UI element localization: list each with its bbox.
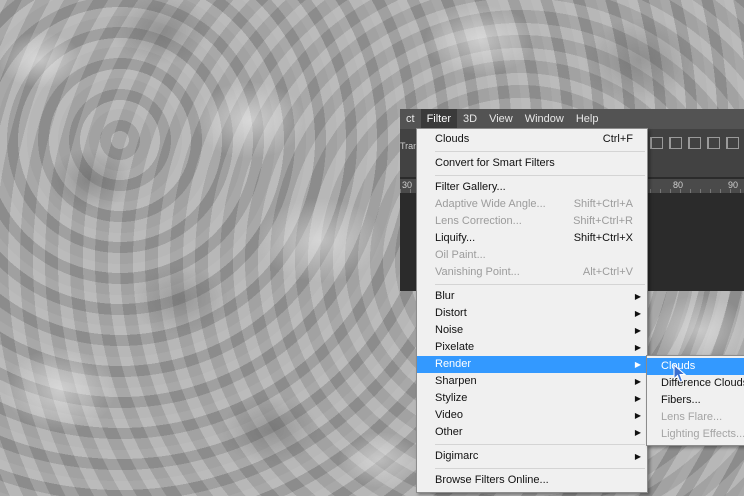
submenu-arrow-icon: ▶ (634, 360, 641, 369)
submenu-arrow-icon: ▶ (634, 343, 641, 352)
menu-item-label: Distort (435, 307, 467, 319)
menu-item-label: Sharpen (435, 375, 477, 387)
align-right-icon[interactable] (688, 137, 701, 149)
menu-item-noise[interactable]: Noise ▶ (417, 322, 647, 339)
align-left-icon[interactable] (650, 137, 663, 149)
menu-item-liquify[interactable]: Liquify... Shift+Ctrl+X (417, 230, 647, 247)
ruler-tick: 30 (402, 180, 413, 190)
menu-3d[interactable]: 3D (457, 109, 483, 129)
menubar: ct Filter 3D View Window Help (400, 109, 744, 129)
menu-item-browse-filters-online[interactable]: Browse Filters Online... (417, 472, 647, 489)
menu-item-pixelate[interactable]: Pixelate ▶ (417, 339, 647, 356)
menu-item-label: Other (435, 426, 463, 438)
submenu-arrow-icon: ▶ (634, 428, 641, 437)
menu-item-digimarc[interactable]: Digimarc ▶ (417, 448, 647, 465)
menu-window[interactable]: Window (519, 109, 570, 129)
menu-item-video[interactable]: Video ▶ (417, 407, 647, 424)
submenu-item-lighting-effects[interactable]: Lighting Effects... (647, 426, 744, 443)
submenu-item-clouds[interactable]: Clouds (647, 358, 744, 375)
menu-item-lens-correction[interactable]: Lens Correction... Shift+Ctrl+R (417, 213, 647, 230)
menu-view[interactable]: View (483, 109, 519, 129)
menu-item-convert-smart-filters[interactable]: Convert for Smart Filters (417, 155, 647, 172)
menu-item-label: Oil Paint... (435, 249, 486, 261)
submenu-arrow-icon: ▶ (634, 377, 641, 386)
menu-item-shortcut: Alt+Ctrl+V (582, 266, 633, 278)
filter-menu: Clouds Ctrl+F Convert for Smart Filters … (416, 128, 648, 493)
menu-item-label: Adaptive Wide Angle... (435, 198, 546, 210)
menu-separator (435, 444, 645, 445)
menu-item-label: Video (435, 409, 463, 421)
menu-item-shortcut: Shift+Ctrl+R (573, 215, 633, 227)
menu-item-shortcut: Ctrl+F (602, 133, 633, 145)
menu-item-render[interactable]: Render ▶ (417, 356, 647, 373)
menu-help[interactable]: Help (570, 109, 605, 129)
menu-filter[interactable]: Filter (420, 109, 458, 129)
menu-separator (435, 284, 645, 285)
menu-item-vanishing-point[interactable]: Vanishing Point... Alt+Ctrl+V (417, 264, 647, 281)
menu-item-label: Vanishing Point... (435, 266, 520, 278)
menu-item-label: Clouds (435, 133, 470, 145)
menu-item-other[interactable]: Other ▶ (417, 424, 647, 441)
menu-item-label: Browse Filters Online... (435, 474, 549, 486)
submenu-arrow-icon: ▶ (634, 326, 641, 335)
submenu-arrow-icon: ▶ (634, 292, 641, 301)
menu-separator (435, 151, 645, 152)
submenu-item-fibers[interactable]: Fibers... (647, 392, 744, 409)
menu-item-label: Lens Correction... (435, 215, 522, 227)
menu-item-adaptive-wide-angle[interactable]: Adaptive Wide Angle... Shift+Ctrl+A (417, 196, 647, 213)
render-submenu: Clouds Difference Clouds Fibers... Lens … (646, 355, 744, 446)
menu-item-label: Filter Gallery... (435, 181, 506, 193)
submenu-arrow-icon: ▶ (634, 411, 641, 420)
submenu-item-lens-flare[interactable]: Lens Flare... (647, 409, 744, 426)
menu-item-label: Digimarc (435, 450, 479, 462)
menu-item-label: Convert for Smart Filters (435, 157, 555, 169)
align-icons-group (650, 137, 739, 149)
menu-item-label: Render (435, 358, 472, 370)
submenu-arrow-icon: ▶ (634, 309, 641, 318)
menu-separator (435, 468, 645, 469)
ruler-tick: 90 (728, 180, 739, 190)
menu-item-last-filter[interactable]: Clouds Ctrl+F (417, 131, 647, 148)
menu-item-label: Noise (435, 324, 464, 336)
menu-item-stylize[interactable]: Stylize ▶ (417, 390, 647, 407)
menu-item-label: Pixelate (435, 341, 475, 353)
distribute-icon[interactable] (707, 137, 720, 149)
submenu-arrow-icon: ▶ (634, 452, 641, 461)
menu-item-sharpen[interactable]: Sharpen ▶ (417, 373, 647, 390)
menu-item-distort[interactable]: Distort ▶ (417, 305, 647, 322)
submenu-arrow-icon: ▶ (634, 394, 641, 403)
mouse-cursor-icon (673, 364, 687, 383)
menu-item-filter-gallery[interactable]: Filter Gallery... (417, 179, 647, 196)
menu-item-label: Liquify... (435, 232, 476, 244)
menu-item-label: Blur (435, 290, 455, 302)
menu-item-shortcut: Shift+Ctrl+X (573, 232, 633, 244)
menu-separator (435, 175, 645, 176)
menu-select[interactable]: ct (400, 109, 421, 129)
menu-item-blur[interactable]: Blur ▶ (417, 288, 647, 305)
ruler-tick: 80 (673, 180, 684, 190)
submenu-item-difference-clouds[interactable]: Difference Clouds (647, 375, 744, 392)
menu-item-label: Stylize (435, 392, 468, 404)
align-center-icon[interactable] (669, 137, 682, 149)
menu-item-shortcut: Shift+Ctrl+A (573, 198, 633, 210)
menu-item-oil-paint[interactable]: Oil Paint... (417, 247, 647, 264)
distribute-center-icon[interactable] (726, 137, 739, 149)
